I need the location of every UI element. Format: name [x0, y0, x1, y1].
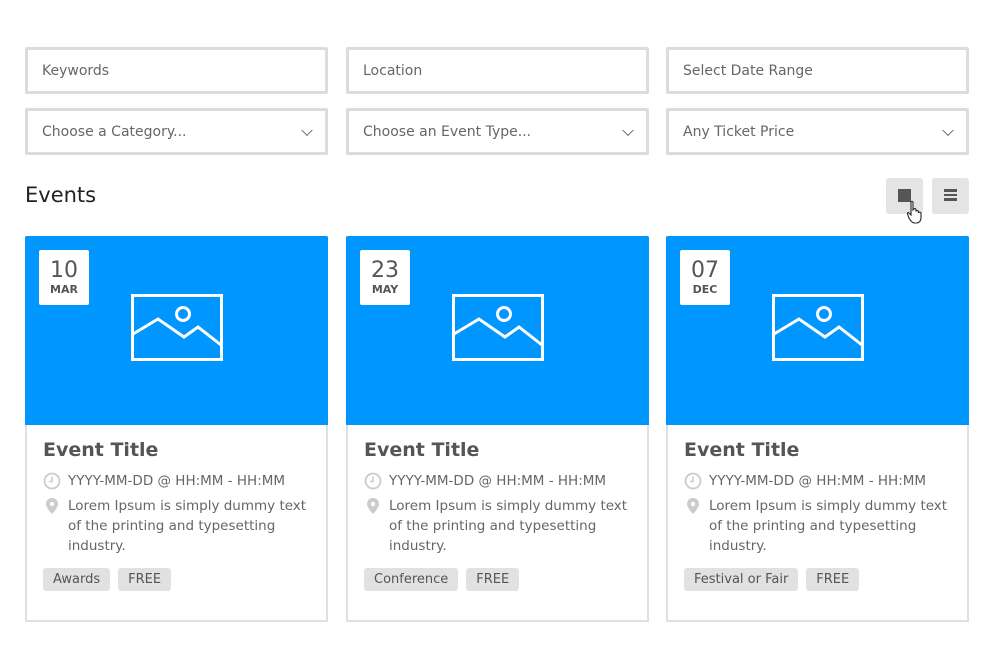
date-month: MAY — [371, 283, 399, 296]
event-datetime: YYYY-MM-DD @ HH:MM - HH:MM — [709, 473, 927, 489]
location-pin-icon — [46, 498, 58, 514]
location-input[interactable]: Location — [346, 47, 649, 94]
chevron-down-icon — [942, 124, 954, 136]
date-range-placeholder: Select Date Range — [683, 62, 813, 79]
chevron-down-icon — [301, 124, 313, 136]
date-badge: 23 MAY — [360, 250, 410, 305]
category-tag[interactable]: Conference — [364, 568, 459, 591]
event-location: Lorem Ipsum is simply dummy text of the … — [68, 498, 307, 554]
date-badge: 07 DEC — [680, 250, 730, 305]
keywords-input[interactable]: Keywords — [25, 47, 328, 94]
price-tag[interactable]: FREE — [806, 568, 860, 591]
event-title[interactable]: Event Title — [364, 439, 635, 461]
ticket-price-select-value: Any Ticket Price — [683, 123, 795, 140]
price-tag[interactable]: FREE — [466, 568, 520, 591]
date-month: DEC — [692, 283, 718, 296]
location-pin-icon — [687, 498, 699, 514]
event-type-select[interactable]: Choose an Event Type... — [346, 108, 649, 155]
event-location: Lorem Ipsum is simply dummy text of the … — [389, 498, 628, 554]
event-card[interactable]: 07 DEC Event Title YYYY-MM-DD @ HH:MM - … — [666, 236, 969, 622]
ticket-price-select[interactable]: Any Ticket Price — [666, 108, 969, 155]
date-range-input[interactable]: Select Date Range — [666, 47, 969, 94]
event-title[interactable]: Event Title — [684, 439, 955, 461]
event-image: 10 MAR — [25, 236, 328, 425]
date-month: MAR — [50, 283, 78, 296]
clock-icon — [684, 472, 702, 490]
image-placeholder-icon — [772, 294, 864, 361]
clock-icon — [364, 472, 382, 490]
hand-cursor-icon — [906, 200, 922, 224]
category-tag[interactable]: Awards — [43, 568, 111, 591]
date-day: 23 — [371, 258, 399, 283]
event-card[interactable]: 10 MAR Event Title YYYY-MM-DD @ HH:MM - … — [25, 236, 328, 622]
image-placeholder-icon — [452, 294, 544, 361]
date-badge: 10 MAR — [39, 250, 89, 305]
event-title[interactable]: Event Title — [43, 439, 314, 461]
event-card[interactable]: 23 MAY Event Title YYYY-MM-DD @ HH:MM - … — [346, 236, 649, 622]
image-placeholder-icon — [131, 294, 223, 361]
keywords-placeholder: Keywords — [42, 62, 110, 79]
chevron-down-icon — [622, 124, 634, 136]
date-day: 07 — [691, 258, 719, 283]
event-type-select-value: Choose an Event Type... — [363, 123, 532, 140]
event-location: Lorem Ipsum is simply dummy text of the … — [709, 498, 948, 554]
event-datetime: YYYY-MM-DD @ HH:MM - HH:MM — [389, 473, 607, 489]
event-datetime: YYYY-MM-DD @ HH:MM - HH:MM — [68, 473, 286, 489]
date-day: 10 — [50, 258, 78, 283]
category-select[interactable]: Choose a Category... — [25, 108, 328, 155]
event-image: 23 MAY — [346, 236, 649, 425]
section-title: Events — [25, 183, 97, 207]
list-view-icon — [944, 189, 957, 201]
clock-icon — [43, 472, 61, 490]
category-select-value: Choose a Category... — [42, 123, 187, 140]
category-tag[interactable]: Festival or Fair — [684, 568, 799, 591]
location-placeholder: Location — [363, 62, 423, 79]
event-image: 07 DEC — [666, 236, 969, 425]
list-view-button[interactable] — [932, 178, 969, 214]
location-pin-icon — [367, 498, 379, 514]
price-tag[interactable]: FREE — [118, 568, 172, 591]
